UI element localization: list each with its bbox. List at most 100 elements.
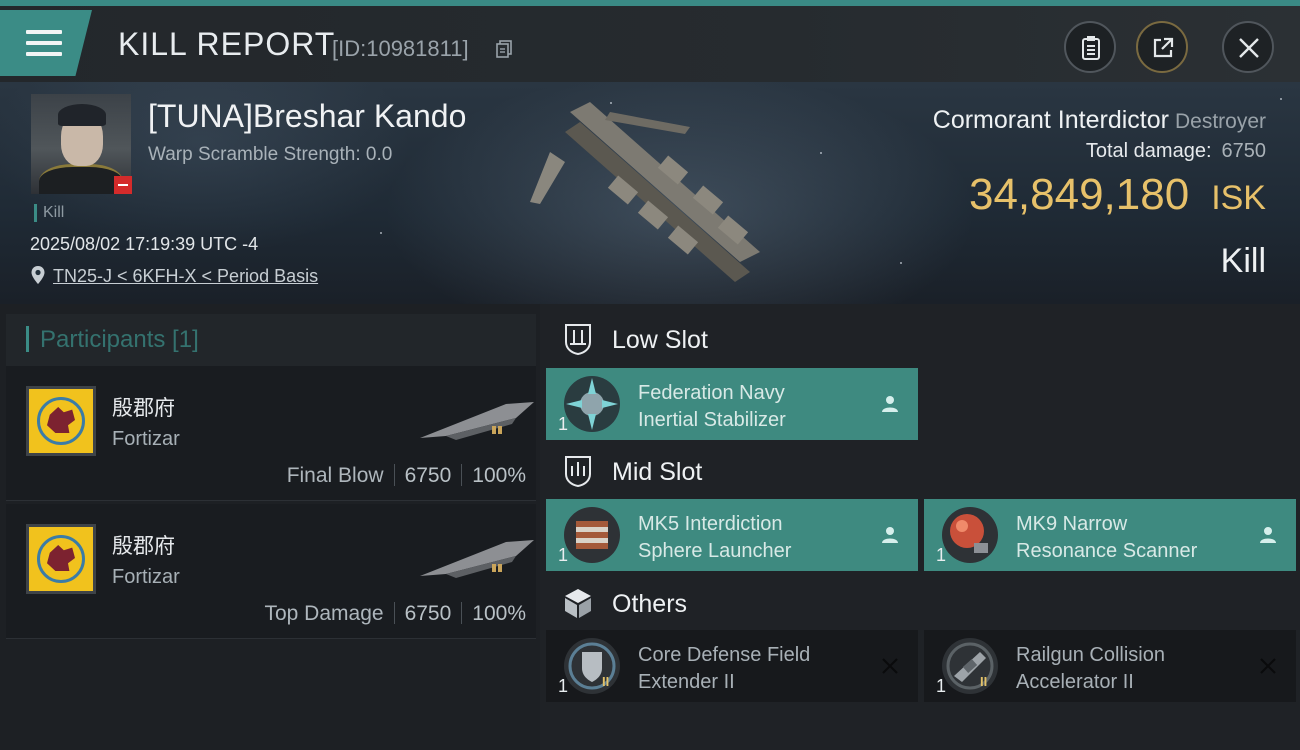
participant-damage-percent: 100%: [472, 602, 526, 625]
module-name-line2: Extender II: [638, 671, 735, 693]
module-name-line2: Inertial Stabilizer: [638, 409, 786, 431]
menu-icon-line: [26, 30, 62, 34]
module-name-line1: MK5 Interdiction: [638, 513, 783, 535]
isk-amount: 34,849,180: [968, 170, 1190, 219]
final-blow-label: Final Blow: [286, 464, 384, 487]
location-pin-icon: [31, 266, 45, 284]
dropped-person-icon: [882, 527, 898, 543]
isk-unit: ISK: [1211, 179, 1266, 217]
module-quantity: 1: [558, 545, 569, 565]
participant-row[interactable]: 殷郡府 Fortizar Top Damage 6750 100%: [6, 504, 536, 639]
participant-stats: Top Damage 6750 100%: [264, 602, 526, 626]
module-quantity: 1: [936, 676, 947, 696]
module-quantity: 1: [558, 676, 569, 696]
star: [900, 262, 902, 264]
total-damage-label: Total damage:: [1085, 140, 1212, 162]
menu-icon-line: [26, 52, 62, 56]
mid-slot-icon: [565, 456, 591, 488]
shield-extender-icon: [564, 638, 620, 694]
star: [1280, 98, 1282, 100]
participant-damage: 6750: [404, 464, 452, 487]
pilot-name[interactable]: [TUNA]Breshar Kando: [148, 98, 466, 135]
share-icon: [1153, 37, 1174, 58]
page-title: KILL REPORT: [118, 26, 336, 62]
module-quantity: 1: [936, 545, 947, 565]
kill-banner: [TUNA]Breshar Kando Warp Scramble Streng…: [0, 82, 1300, 304]
header-accent: [26, 326, 29, 352]
copy-icon[interactable]: [496, 40, 512, 58]
total-damage: Total damage: 6750: [1086, 140, 1266, 163]
participants-panel: Participants [1] 殷郡府 Fortizar Final Blow…: [0, 304, 540, 750]
module-railgun-collision-accelerator-ii[interactable]: II 1 Railgun Collision Accelerator II: [924, 630, 1296, 702]
module-mk5-interdiction-sphere-launcher[interactable]: 1 MK5 Interdiction Sphere Launcher: [546, 499, 918, 571]
ship-type[interactable]: Cormorant Interdictor: [933, 106, 1169, 134]
stat-divider: [461, 464, 463, 486]
close-button[interactable]: [1222, 21, 1274, 73]
top-damage-label: Top Damage: [264, 602, 384, 625]
module-name-line1: Core Defense Field: [638, 644, 811, 666]
module-name-line2: Resonance Scanner: [1016, 540, 1198, 562]
clipboard-icon: [1082, 36, 1100, 60]
kill-timestamp: 2025/08/02 17:19:39 UTC -4: [30, 234, 259, 254]
fortizar-ship-icon: [420, 402, 534, 440]
module-name-line2: Accelerator II: [1016, 671, 1134, 693]
victim-ship-name: Cormorant Interdictor Destroyer: [933, 106, 1266, 135]
participant-ship: Fortizar: [112, 566, 180, 588]
module-core-defense-field-extender-ii[interactable]: II 1 Core Defense Field Extender II: [546, 630, 918, 702]
module-mk9-narrow-resonance-scanner[interactable]: 1 MK9 Narrow Resonance Scanner: [924, 499, 1296, 571]
security-status-badge: [114, 176, 132, 194]
corp-logo-icon: [26, 386, 96, 456]
low-slot-header: Low Slot: [546, 308, 1300, 368]
isk-value: 34,849,180 ISK: [969, 170, 1266, 220]
launcher-icon: [564, 507, 620, 563]
rig-icon: [942, 638, 998, 694]
module-name: Core Defense Field Extender II: [638, 642, 810, 696]
clipboard-button[interactable]: [1064, 21, 1116, 73]
portrait-coat: [39, 164, 123, 194]
participant-ship: Fortizar: [112, 428, 180, 450]
module-federation-navy-inertial-stabilizer[interactable]: 1 Federation Navy Inertial Stabilizer: [546, 368, 918, 440]
stat-divider: [393, 602, 395, 624]
corp-logo-icon: [26, 524, 96, 594]
scanner-icon: [942, 507, 998, 563]
module-name-line2: Sphere Launcher: [638, 540, 792, 562]
dropped-person-icon: [1260, 527, 1276, 543]
menu-button[interactable]: [0, 10, 92, 76]
portrait-hair: [58, 104, 106, 126]
tech-level-badge: II: [602, 674, 610, 689]
module-name: MK9 Narrow Resonance Scanner: [1016, 511, 1197, 565]
destroyed-x-icon: [1260, 658, 1276, 674]
star: [820, 152, 822, 154]
total-damage-value: 6750: [1221, 140, 1267, 162]
low-slot-icon: [565, 324, 591, 356]
header-bar: KILL REPORT [ID:10981811]: [0, 6, 1300, 82]
module-name: Federation Navy Inertial Stabilizer: [638, 380, 786, 434]
location-link[interactable]: TN25-J < 6KFH-X < Period Basis: [53, 266, 318, 287]
module-name-line1: Railgun Collision: [1016, 644, 1165, 666]
stabilizer-icon: [564, 376, 620, 432]
participants-title: Participants [1]: [40, 326, 199, 353]
dropped-person-icon: [882, 396, 898, 412]
warp-scramble-strength: Warp Scramble Strength: 0.0: [148, 144, 393, 165]
close-icon: [1239, 38, 1259, 58]
fortizar-ship-icon: [420, 540, 534, 578]
participant-damage: 6750: [404, 602, 452, 625]
participant-stats: Final Blow 6750 100%: [287, 464, 526, 488]
participant-damage-percent: 100%: [472, 464, 526, 487]
star: [380, 232, 382, 234]
low-slot-label: Low Slot: [612, 326, 708, 354]
ship-class: Destroyer: [1174, 110, 1266, 133]
module-quantity: 1: [558, 414, 569, 434]
module-name-line1: MK9 Narrow: [1016, 513, 1128, 535]
fitting-slots-panel: Low Slot 1 Federation Navy Inertial Stab…: [540, 304, 1300, 750]
participant-corp-name: 殷郡府: [112, 535, 175, 558]
share-button[interactable]: [1136, 21, 1188, 73]
participant-row[interactable]: 殷郡府 Fortizar Final Blow 6750 100%: [6, 366, 536, 501]
participant-corp-name: 殷郡府: [112, 397, 175, 420]
cube-icon: [565, 589, 591, 618]
menu-icon-line: [26, 41, 62, 45]
victim-ship-image: [530, 102, 760, 282]
others-label: Others: [612, 590, 688, 618]
stat-divider: [461, 602, 463, 624]
destroyed-x-icon: [882, 658, 898, 674]
